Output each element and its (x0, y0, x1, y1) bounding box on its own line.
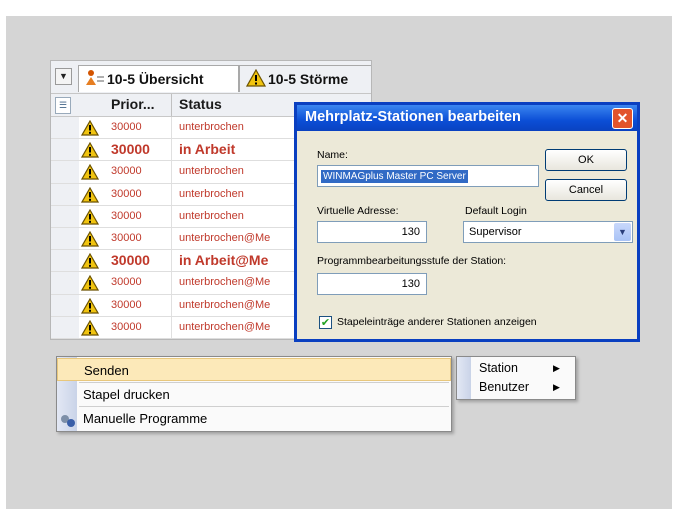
row-priority: 30000 (111, 298, 142, 311)
dialog-titlebar[interactable]: Mehrplatz-Stationen bearbeiten ✕ (297, 105, 637, 131)
edit-stations-dialog: Mehrplatz-Stationen bearbeiten ✕ Name: W… (294, 102, 640, 342)
menu-item-manual-programs[interactable]: Manuelle Programme (57, 407, 451, 430)
level-field[interactable]: 130 (317, 273, 427, 295)
warning-icon (80, 186, 100, 208)
menu-item-print-batch[interactable]: Stapel drucken (57, 383, 451, 406)
column-divider (171, 227, 172, 250)
level-label: Programmbearbeitungsstufe der Station: (317, 255, 507, 267)
row-status: unterbrochen (179, 187, 244, 200)
show-other-stations-checkbox[interactable]: ✔ (319, 316, 332, 329)
tab-bar: ▼ 10-5 Übersicht 10-5 Störme (51, 61, 371, 94)
tab-faults-label: 10-5 Störme (268, 71, 349, 87)
column-separator[interactable] (171, 94, 172, 116)
row-priority: 30000 (111, 252, 150, 269)
warning-icon (80, 275, 100, 296)
column-divider (171, 316, 172, 338)
login-value: Supervisor (469, 226, 522, 238)
chevron-right-icon: ▶ (553, 363, 560, 373)
row-status: unterbrochen@Me (179, 276, 271, 289)
column-divider (171, 294, 172, 316)
address-label: Virtuelle Adresse: (317, 205, 399, 217)
close-icon[interactable]: ✕ (612, 108, 633, 129)
column-header-priority[interactable]: Prior... (111, 96, 155, 112)
menu-item-send[interactable]: Senden (57, 358, 451, 381)
tab-overview[interactable]: 10-5 Übersicht (78, 65, 239, 92)
warning-icon (245, 68, 267, 95)
row-status: unterbrochen@Me (179, 298, 271, 311)
name-value: WINMAGplus Master PC Server (321, 170, 468, 183)
chevron-down-icon[interactable]: ▼ (614, 223, 631, 241)
menu-item-print-batch-label: Stapel drucken (83, 387, 170, 402)
column-divider (171, 139, 172, 161)
dialog-title: Mehrplatz-Stationen bearbeiten (305, 109, 521, 125)
ok-button[interactable]: OK (545, 149, 627, 171)
tab-dropdown-button[interactable]: ▼ (55, 68, 72, 85)
column-divider (171, 205, 172, 227)
submenu-icon-strip (457, 357, 471, 399)
programs-icon (60, 412, 76, 435)
row-gutter (51, 161, 79, 183)
row-priority: 30000 (111, 231, 142, 244)
login-label: Default Login (465, 205, 527, 217)
row-status: in Arbeit@Me (179, 252, 269, 269)
row-status: unterbrochen (179, 209, 244, 222)
tab-faults[interactable]: 10-5 Störme (239, 65, 371, 95)
context-menu: Senden Stapel drucken Manuelle Programme (56, 356, 452, 432)
submenu-item-station[interactable]: Station (479, 361, 518, 375)
row-gutter (51, 139, 79, 161)
row-priority: 30000 (111, 209, 142, 222)
row-gutter (51, 205, 79, 227)
row-status: in Arbeit (179, 141, 236, 158)
menu-item-manual-programs-label: Manuelle Programme (83, 411, 208, 426)
row-status: unterbrochen@Me (179, 231, 271, 244)
row-gutter (51, 117, 79, 139)
warning-icon (80, 252, 100, 274)
column-settings-icon[interactable]: ☰ (55, 97, 71, 114)
warning-icon (80, 230, 100, 252)
send-submenu: Station ▶ Benutzer ▶ (456, 356, 576, 400)
login-select[interactable]: Supervisor ▼ (463, 221, 633, 243)
row-priority: 30000 (111, 320, 142, 333)
cancel-button[interactable]: Cancel (545, 179, 627, 201)
warning-icon (80, 297, 100, 319)
column-header-status[interactable]: Status (179, 96, 222, 112)
name-label: Name: (317, 149, 348, 161)
name-field[interactable]: WINMAGplus Master PC Server (317, 165, 539, 187)
row-gutter (51, 272, 79, 294)
row-status: unterbrochen@Me (179, 320, 271, 333)
row-status: unterbrochen (179, 121, 244, 133)
row-priority: 30000 (111, 165, 142, 178)
warning-icon (80, 319, 100, 339)
row-priority: 30000 (111, 276, 142, 289)
checkbox-label[interactable]: Stapeleinträge anderer Stationen anzeige… (337, 316, 537, 328)
tab-overview-label: 10-5 Übersicht (107, 71, 204, 87)
row-gutter (51, 250, 79, 272)
warning-icon (80, 141, 100, 163)
submenu-item-user[interactable]: Benutzer (479, 380, 529, 394)
row-priority: 30000 (111, 121, 142, 133)
column-divider (171, 250, 172, 272)
warning-icon (80, 119, 100, 141)
column-divider (171, 117, 172, 139)
menu-item-send-label: Senden (84, 363, 129, 378)
column-divider (171, 272, 172, 294)
warning-icon (80, 208, 100, 230)
address-field[interactable]: 130 (317, 221, 427, 243)
row-gutter (51, 294, 79, 316)
chevron-right-icon: ▶ (553, 382, 560, 392)
warning-icon (80, 164, 100, 185)
column-divider (171, 183, 172, 205)
row-priority: 30000 (111, 141, 150, 158)
row-gutter (51, 183, 79, 205)
row-gutter (51, 316, 79, 338)
row-gutter (51, 227, 79, 250)
panel-top-stripe (6, 10, 672, 16)
people-icon (85, 69, 105, 95)
column-divider (171, 161, 172, 183)
row-priority: 30000 (111, 187, 142, 200)
row-status: unterbrochen (179, 165, 244, 178)
